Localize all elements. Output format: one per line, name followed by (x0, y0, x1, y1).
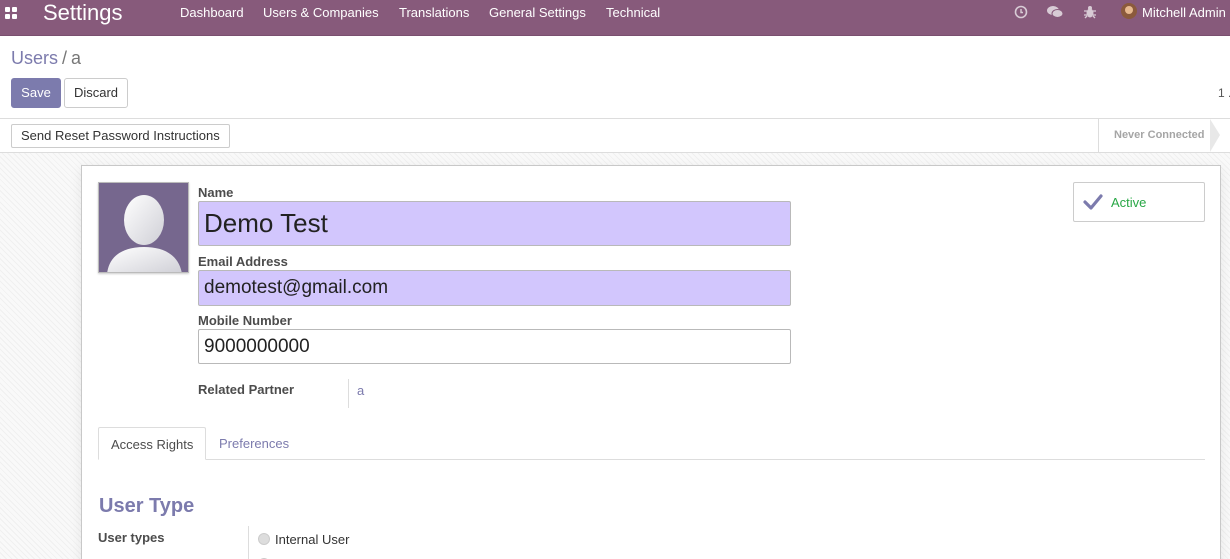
field-separator (348, 379, 349, 408)
tab-preferences[interactable]: Preferences (207, 427, 301, 460)
send-reset-password-button[interactable]: Send Reset Password Instructions (11, 124, 230, 148)
field-separator (248, 526, 249, 559)
mobile-input[interactable]: 9000000000 (198, 329, 791, 364)
breadcrumb-current: a (71, 48, 82, 68)
user-types-label: User types (98, 530, 165, 545)
menu-translations[interactable]: Translations (399, 0, 469, 26)
internal-user-label: Internal User (275, 532, 350, 547)
status-stage-never-connected: Never Connected (1098, 119, 1230, 152)
active-toggle-button[interactable]: Active (1073, 182, 1205, 222)
email-label: Email Address (198, 254, 288, 269)
apps-menu-icon[interactable] (4, 6, 20, 22)
menu-users-companies[interactable]: Users & Companies (263, 0, 379, 26)
bug-icon[interactable] (1082, 4, 1098, 20)
form-statusbar: Send Reset Password Instructions Never C… (0, 118, 1230, 153)
tab-access-rights[interactable]: Access Rights (98, 427, 207, 460)
user-menu[interactable]: Mitchell Admin (1142, 0, 1226, 26)
pager[interactable]: 1 . (1218, 86, 1230, 100)
breadcrumb-users-link[interactable]: Users (11, 48, 58, 68)
related-partner-link[interactable]: a (357, 383, 364, 398)
internal-user-radio[interactable] (258, 533, 270, 545)
active-label: Active (1111, 195, 1147, 210)
breadcrumb-separator: / (62, 48, 68, 68)
main-navbar: Settings Dashboard Users & Companies Tra… (0, 0, 1230, 36)
avatar-placeholder-icon (107, 195, 182, 272)
save-button[interactable]: Save (11, 78, 61, 108)
discard-button[interactable]: Discard (64, 78, 128, 108)
app-title[interactable]: Settings (43, 0, 123, 26)
mobile-label: Mobile Number (198, 313, 292, 328)
menu-general-settings[interactable]: General Settings (489, 0, 586, 26)
menu-technical[interactable]: Technical (606, 0, 660, 26)
menu-dashboard[interactable]: Dashboard (180, 0, 244, 26)
email-input[interactable]: demotest@gmail.com (198, 270, 791, 306)
name-input[interactable]: Demo Test (198, 201, 791, 246)
user-type-heading: User Type (99, 495, 195, 517)
clock-icon[interactable] (1013, 4, 1029, 20)
check-icon (1083, 194, 1103, 210)
breadcrumb: Users / a (11, 47, 81, 69)
user-photo[interactable] (98, 182, 189, 273)
name-label: Name (198, 185, 234, 200)
chat-icon[interactable] (1046, 4, 1064, 20)
related-partner-label: Related Partner (198, 382, 295, 397)
user-avatar[interactable] (1121, 3, 1137, 19)
form-sheet: Name Demo Test Email Address demotest@gm… (81, 165, 1221, 559)
